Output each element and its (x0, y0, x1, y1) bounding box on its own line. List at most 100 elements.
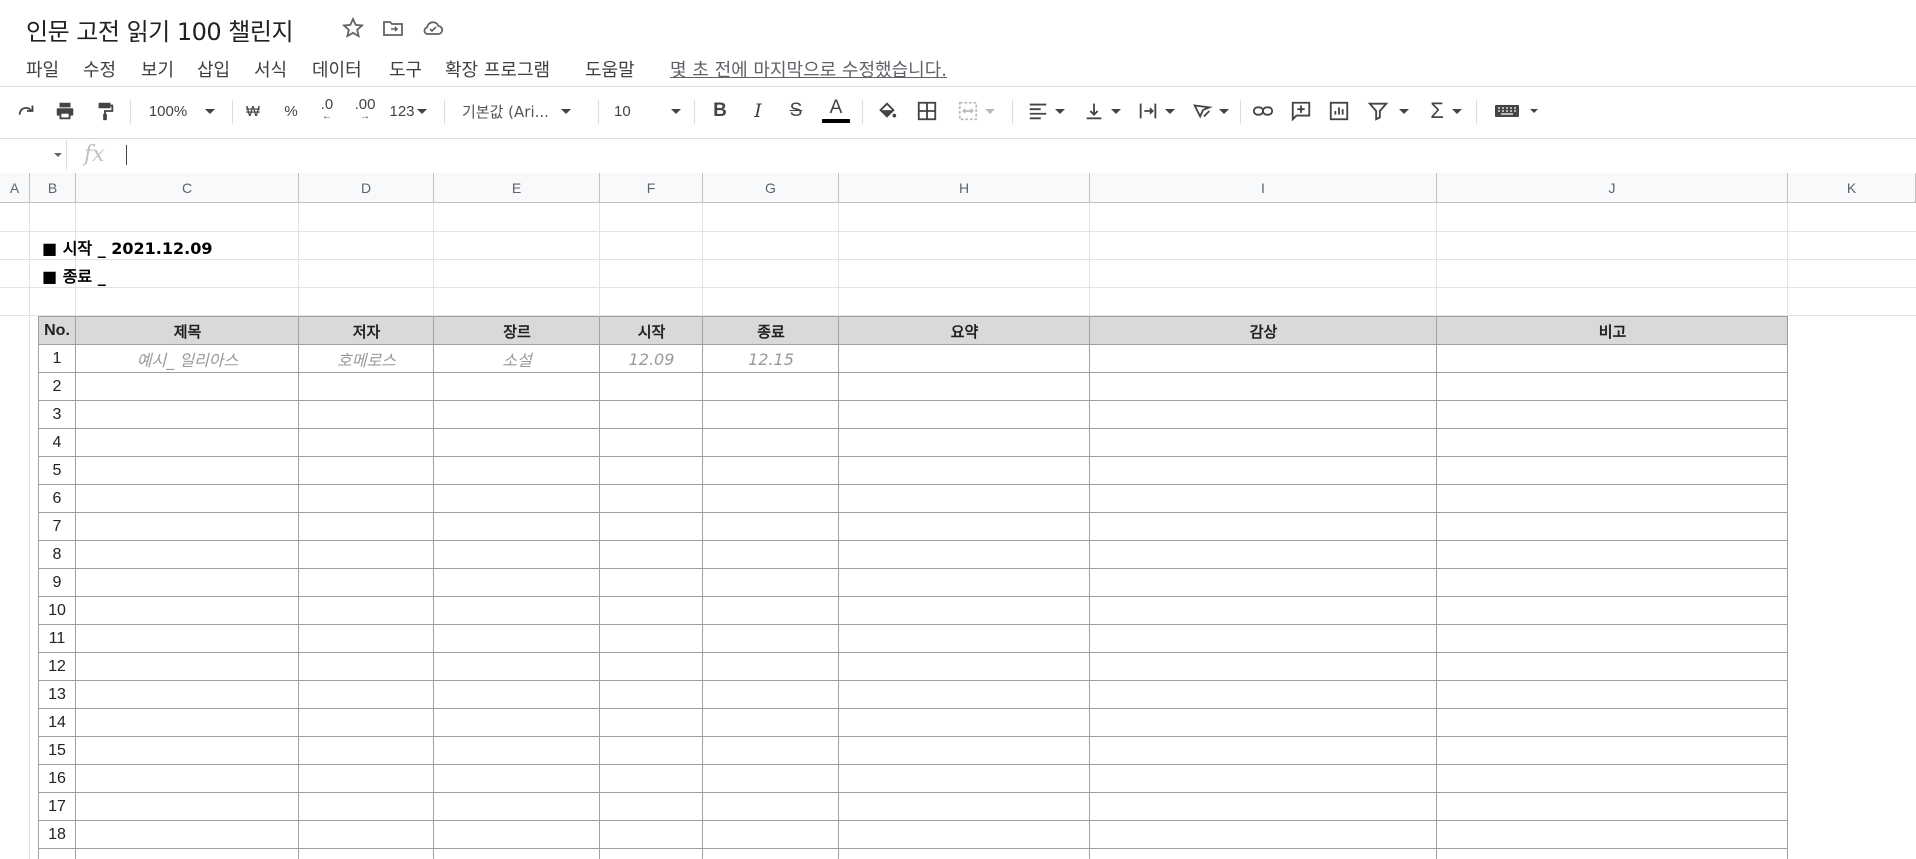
more-formats-button[interactable]: 123 (386, 98, 430, 124)
italic-button[interactable]: I (746, 98, 770, 124)
toolbar-separator (1012, 100, 1013, 124)
row-number[interactable]: 17 (38, 793, 76, 821)
redo-icon[interactable] (14, 98, 40, 124)
vertical-align-icon[interactable] (1080, 98, 1124, 124)
row-number[interactable]: 8 (38, 541, 76, 569)
column-header-c[interactable]: C (76, 173, 299, 203)
font-size-select[interactable]: 10 (614, 98, 686, 124)
cloud-saved-icon[interactable] (421, 16, 445, 40)
functions-button[interactable]: Σ (1424, 98, 1468, 124)
table-border (1089, 316, 1090, 859)
menu-file[interactable]: 파일 (26, 56, 59, 82)
column-header-b[interactable]: B (30, 173, 76, 203)
toolbar-separator (694, 100, 695, 124)
row-number[interactable]: 4 (38, 429, 76, 457)
column-header-h[interactable]: H (839, 173, 1090, 203)
row-number[interactable]: 11 (38, 625, 76, 653)
row-number[interactable]: 7 (38, 513, 76, 541)
zoom-select[interactable]: 100% (146, 98, 218, 124)
bold-button[interactable]: B (708, 98, 732, 124)
row-number[interactable]: 6 (38, 485, 76, 513)
menu-format[interactable]: 서식 (254, 56, 287, 82)
formula-bar: fx (0, 140, 1916, 170)
column-header-k[interactable]: K (1788, 173, 1916, 203)
paint-format-icon[interactable] (92, 98, 118, 124)
insert-link-icon[interactable] (1250, 98, 1276, 124)
header-title[interactable]: 제목 (76, 317, 299, 345)
example-title-cell[interactable]: 예시_ 일리아스 (76, 345, 299, 373)
move-folder-icon[interactable] (381, 16, 405, 40)
table-border (38, 736, 1787, 737)
menu-insert[interactable]: 삽입 (197, 56, 230, 82)
column-header-e[interactable]: E (434, 173, 600, 203)
table-border (38, 428, 1787, 429)
menu-data[interactable]: 데이터 (312, 56, 362, 82)
insert-chart-icon[interactable] (1326, 98, 1352, 124)
print-icon[interactable] (52, 98, 78, 124)
row-number[interactable]: 14 (38, 709, 76, 737)
header-summary[interactable]: 요약 (839, 317, 1090, 345)
row-number[interactable]: 5 (38, 457, 76, 485)
text-color-button[interactable]: A (822, 98, 850, 124)
row-number[interactable]: 9 (38, 569, 76, 597)
menu-tools[interactable]: 도구 (389, 56, 422, 82)
text-rotation-icon[interactable] (1188, 98, 1232, 124)
row-number[interactable]: 16 (38, 765, 76, 793)
column-header-j[interactable]: J (1437, 173, 1788, 203)
star-icon[interactable] (341, 16, 365, 40)
menu-edit[interactable]: 수정 (83, 56, 116, 82)
decrease-decimal-button[interactable]: .0 ← (314, 97, 340, 124)
header-author[interactable]: 저자 (299, 317, 434, 345)
currency-button[interactable]: ₩ (242, 98, 264, 124)
row-number[interactable]: 1 (38, 345, 76, 373)
strikethrough-button[interactable]: S (784, 98, 808, 124)
column-header-f[interactable]: F (600, 173, 703, 203)
start-date-label[interactable]: ■ 시작 _ 2021.12.09 (42, 235, 213, 259)
chevron-down-icon (1451, 108, 1462, 114)
text-wrap-icon[interactable] (1134, 98, 1178, 124)
example-start-cell[interactable]: 12.09 (600, 345, 703, 373)
name-box[interactable] (0, 140, 67, 170)
font-select[interactable]: 기본값 (Ari... (462, 98, 588, 124)
menu-view[interactable]: 보기 (141, 56, 174, 82)
row-number[interactable]: 12 (38, 653, 76, 681)
end-date-label[interactable]: ■ 종료 _ (42, 263, 106, 287)
insert-comment-icon[interactable] (1288, 98, 1314, 124)
row-number[interactable]: 15 (38, 737, 76, 765)
row-number[interactable]: 10 (38, 597, 76, 625)
increase-decimal-button[interactable]: .00 → (350, 97, 380, 124)
horizontal-align-icon[interactable] (1024, 98, 1068, 124)
input-tools-icon[interactable] (1490, 98, 1542, 124)
fill-color-icon[interactable] (874, 98, 900, 124)
column-header-i[interactable]: I (1090, 173, 1437, 203)
row-number[interactable]: 13 (38, 681, 76, 709)
table-border (38, 624, 1787, 625)
formula-input[interactable] (130, 140, 1910, 170)
example-author-cell[interactable]: 호메로스 (299, 345, 434, 373)
row-number[interactable]: 18 (38, 821, 76, 849)
column-header-d[interactable]: D (299, 173, 434, 203)
column-header-a[interactable]: A (0, 173, 30, 203)
header-no[interactable]: No. (38, 317, 76, 345)
percent-button[interactable]: % (280, 98, 302, 124)
row-number[interactable]: 3 (38, 401, 76, 429)
last-edit-link[interactable]: 몇 초 전에 마지막으로 수정했습니다. (670, 56, 947, 82)
header-review[interactable]: 감상 (1090, 317, 1437, 345)
row-number[interactable]: 2 (38, 373, 76, 401)
document-title[interactable]: 인문 고전 읽기 100 챌린지 (26, 12, 294, 47)
example-end-cell[interactable]: 12.15 (703, 345, 839, 373)
borders-icon[interactable] (914, 98, 940, 124)
column-header-g[interactable]: G (703, 173, 839, 203)
header-genre[interactable]: 장르 (434, 317, 600, 345)
table-border (1436, 316, 1437, 859)
header-note[interactable]: 비고 (1437, 317, 1788, 345)
menu-extensions[interactable]: 확장 프로그램 (445, 56, 550, 82)
filter-icon[interactable] (1366, 98, 1410, 124)
table-border (38, 456, 1787, 457)
header-end[interactable]: 종료 (703, 317, 839, 345)
merge-cells-icon[interactable] (954, 98, 998, 124)
menu-help[interactable]: 도움말 (585, 56, 635, 82)
header-start[interactable]: 시작 (600, 317, 703, 345)
example-genre-cell[interactable]: 소설 (434, 345, 600, 373)
chevron-down-icon (1165, 108, 1175, 114)
